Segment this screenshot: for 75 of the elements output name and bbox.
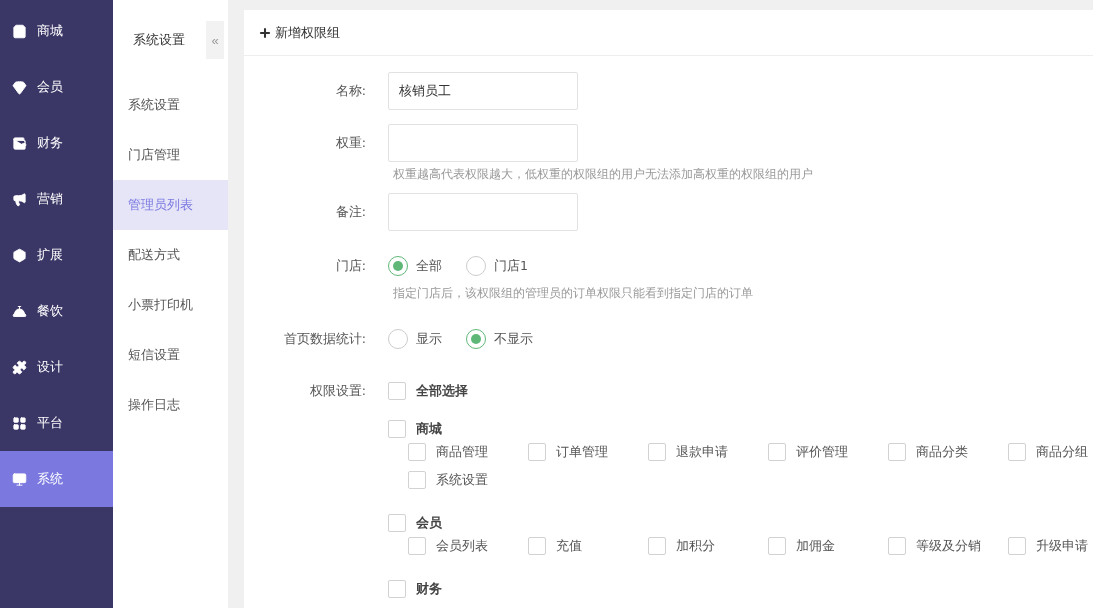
hint-text: 权重越高代表权限越大，低权重的权限组的用户无法添加高权重的权限组的用户 [393,166,814,183]
checkbox[interactable] [768,537,786,555]
checkbox[interactable] [768,443,786,461]
nav-item[interactable]: 平台 [0,395,113,451]
checkbox-label: 退款申请 [676,443,728,461]
checkbox-label: 加积分 [676,537,715,555]
submenu-item[interactable]: 小票打印机 [113,280,228,330]
nav-item[interactable]: 餐饮 [0,283,113,339]
gem-icon [12,79,27,95]
plus-icon [258,25,272,40]
checkbox-label: 商品管理 [436,443,488,461]
checkbox-label: 商品分类 [916,443,968,461]
checkbox-label: 订单管理 [556,443,608,461]
checkbox[interactable] [408,471,426,489]
nav-item[interactable]: 会员 [0,59,113,115]
checkbox-label: 系统设置 [436,471,488,489]
checkbox[interactable] [528,537,546,555]
nav-item[interactable]: 扩展 [0,227,113,283]
checkbox[interactable] [888,537,906,555]
submenu-item[interactable]: 短信设置 [113,330,228,380]
checkbox[interactable] [648,537,666,555]
field-label: 权限设置: [308,382,366,400]
remark-input[interactable] [388,193,578,231]
nav-item[interactable]: 营销 [0,171,113,227]
checkbox[interactable] [888,443,906,461]
wallet-icon [12,135,27,151]
submenu-item[interactable]: 操作日志 [113,380,228,430]
checkbox[interactable] [1008,537,1026,555]
checkbox-label: 加佣金 [796,537,835,555]
box-icon [12,247,27,263]
checkbox-label: 财务 [416,580,442,598]
checkbox-label: 商品分组 [1036,443,1088,461]
monitor-icon [12,471,27,487]
field-label: 首页数据统计: [282,330,366,348]
checkbox-label: 升级申请 [1036,537,1088,555]
nav-item[interactable]: 财务 [0,115,113,171]
field-label: 名称: [334,82,366,100]
checkbox[interactable] [1008,443,1026,461]
field-label: 门店: [334,257,366,275]
nav-item[interactable]: 系统 [0,451,113,507]
checkbox[interactable] [388,580,406,598]
field-label: 权重: [334,134,366,152]
submenu-item[interactable]: 配送方式 [113,230,228,280]
puzzle-icon [12,359,27,375]
checkbox[interactable] [388,420,406,438]
checkbox-label: 会员列表 [436,537,488,555]
bell-icon [12,303,27,319]
submenu-item[interactable]: 门店管理 [113,130,228,180]
radio-label: 全部 [416,257,442,275]
checkbox-label: 商城 [416,420,442,438]
nav-item[interactable]: 商城 [0,3,113,59]
checkbox-label: 等级及分销 [916,537,981,555]
checkbox-label: 全部选择 [416,382,468,400]
panel-title: 新增权限组 [275,23,340,42]
checkbox[interactable] [408,443,426,461]
radio-label: 不显示 [494,330,533,348]
hint-text: 指定门店后，该权限组的管理员的订单权限只能看到指定门店的订单 [393,285,754,302]
checkbox-label: 会员 [416,514,442,532]
nav-item[interactable]: 设计 [0,339,113,395]
checkbox-label: 评价管理 [796,443,848,461]
checkbox[interactable] [408,537,426,555]
checkbox[interactable] [648,443,666,461]
submenu-item[interactable]: 系统设置 [113,80,228,130]
submenu-title: 系统设置 [133,31,185,49]
radio-label: 门店1 [494,257,528,275]
weight-input[interactable] [388,124,578,162]
field-label: 备注: [334,203,366,221]
radio-label: 显示 [416,330,442,348]
grid-icon [12,415,27,431]
megaphone-icon [12,191,27,207]
checkbox[interactable] [388,514,406,532]
checkbox-label: 充值 [556,537,582,555]
checkbox[interactable] [388,382,406,400]
name-input[interactable]: 核销员工 [388,72,578,110]
checkbox[interactable] [528,443,546,461]
